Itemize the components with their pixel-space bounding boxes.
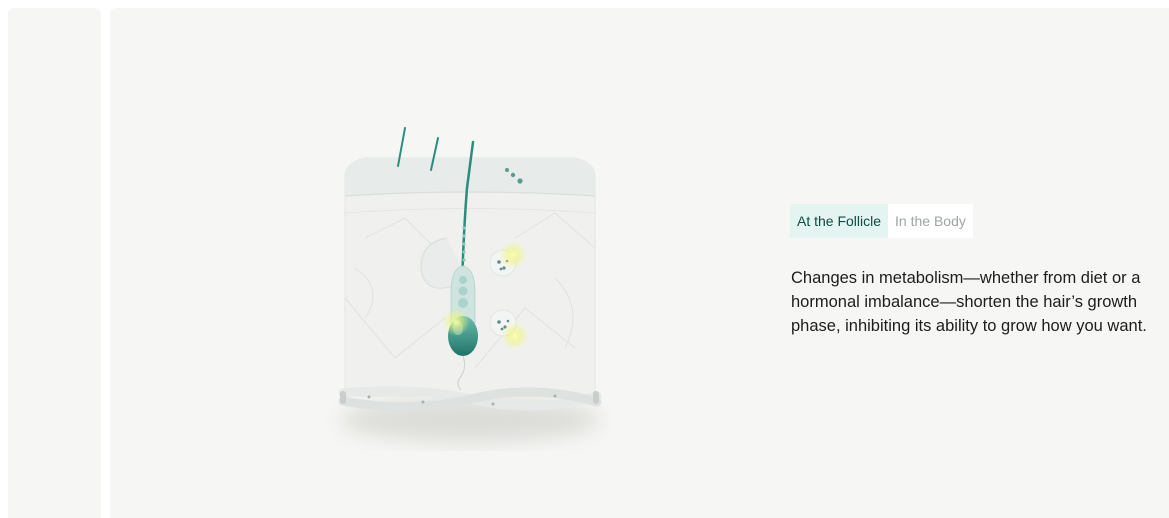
side-panel xyxy=(8,8,101,518)
main-panel: At the Follicle In the Body Changes in m… xyxy=(110,8,1169,518)
page: At the Follicle In the Body Changes in m… xyxy=(0,0,1169,518)
tab-at-the-follicle[interactable]: At the Follicle xyxy=(790,204,889,238)
hair-follicle-illustration xyxy=(338,127,602,442)
description-text: Changes in metabolism—whether from diet … xyxy=(791,269,1147,335)
tab-in-the-body[interactable]: In the Body xyxy=(888,204,973,238)
tab-bar: At the Follicle In the Body xyxy=(790,204,973,238)
